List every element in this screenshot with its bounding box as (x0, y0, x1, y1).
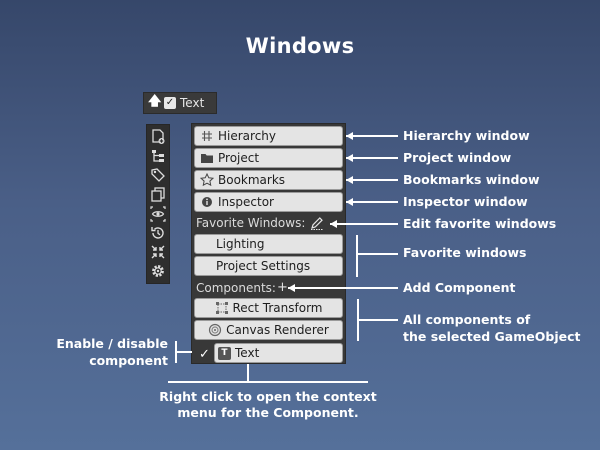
callout-all-components-line1: All components of (403, 312, 531, 327)
callout-hierarchy: Hierarchy window (403, 128, 530, 143)
callout-enable-line1: Enable / disable (56, 336, 168, 351)
callout-edit-favorites: Edit favorite windows (403, 216, 557, 231)
callout-add-component: Add Component (403, 280, 516, 295)
callout-right-click-line1: Right click to open the context (159, 389, 377, 404)
callout-bookmarks: Bookmarks window (403, 172, 540, 187)
callout-favorites: Favorite windows (403, 245, 527, 260)
callout-right-click-line2: menu for the Component. (177, 405, 359, 420)
callout-enable-line2: component (89, 353, 168, 368)
callout-project: Project window (403, 150, 512, 165)
callout-inspector: Inspector window (403, 194, 528, 209)
callout-all-components-line2: the selected GameObject (403, 329, 581, 344)
